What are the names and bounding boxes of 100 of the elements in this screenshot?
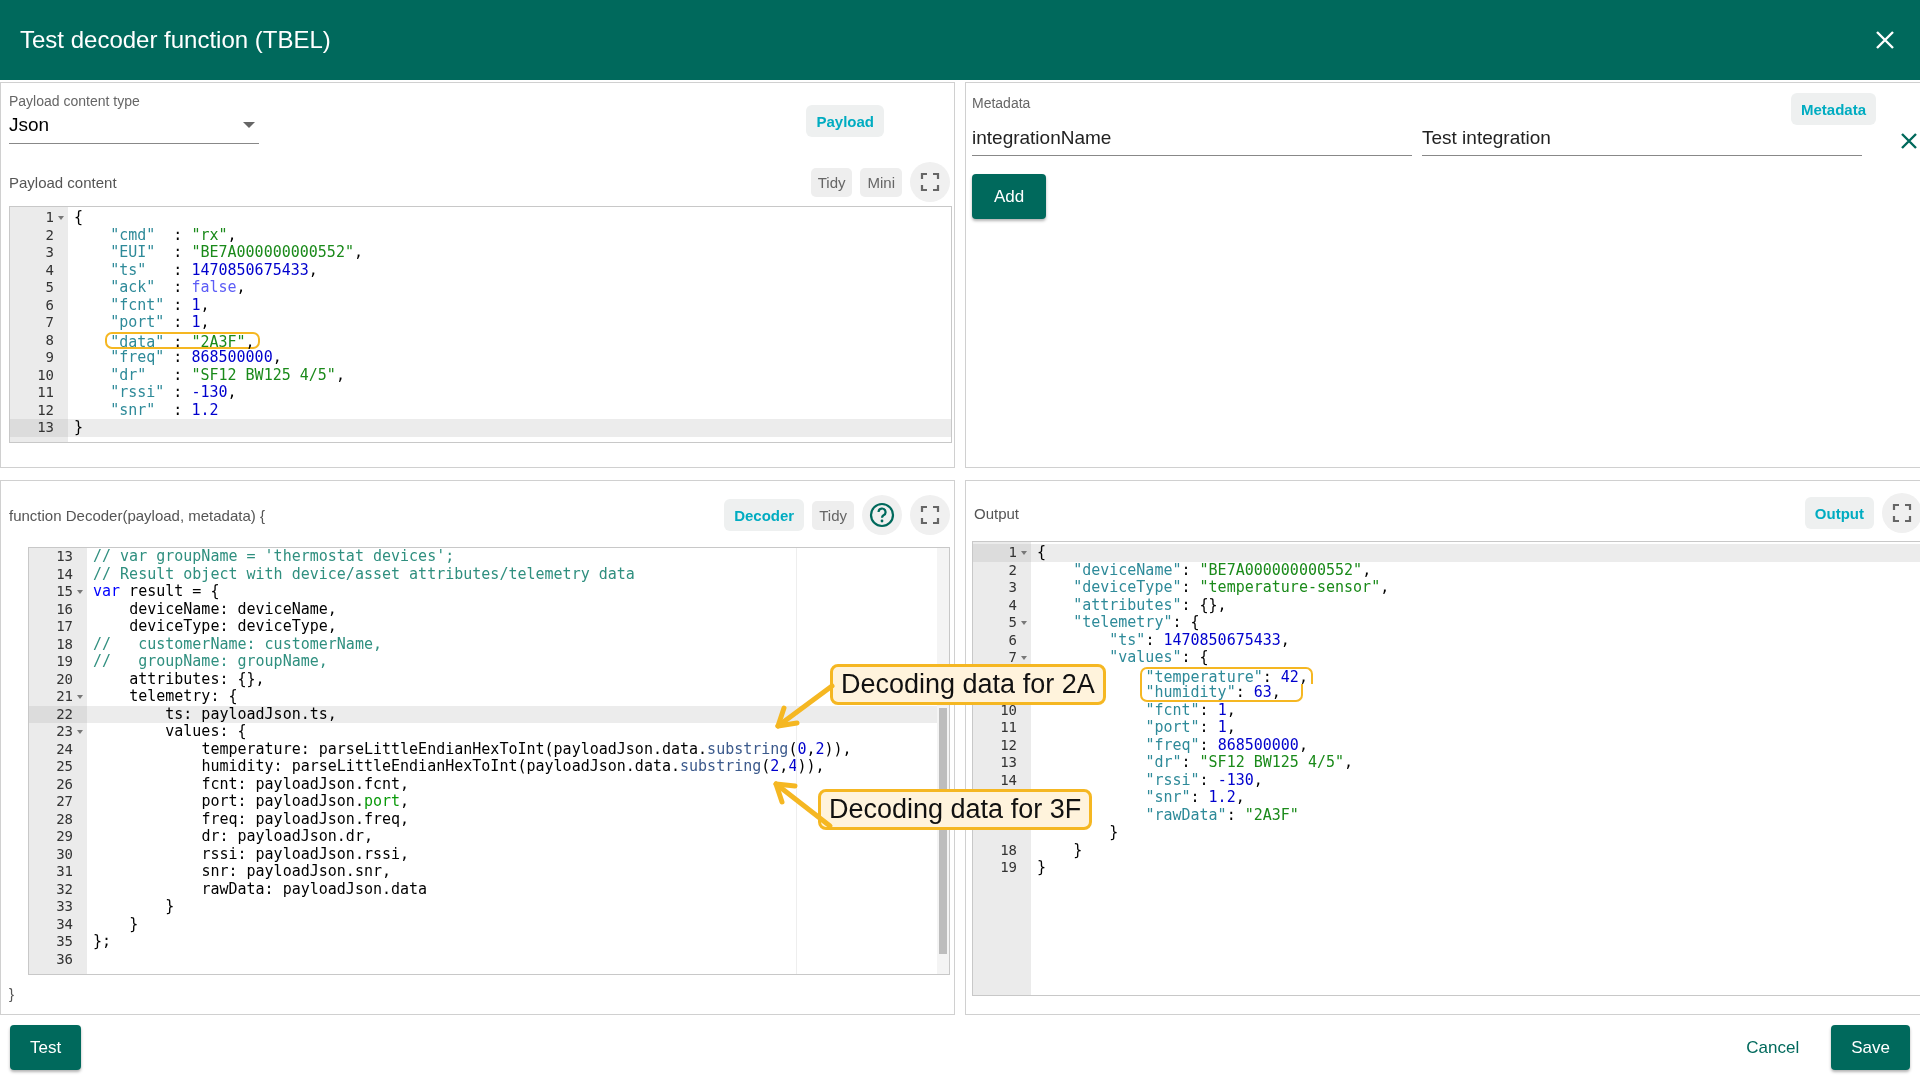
code-line: ts: payloadJson.ts, [165,704,337,723]
code-line: "port": 1, [1145,718,1236,736]
code-line: "dr" : "SF12 BW125 4/5", [110,365,345,384]
code-line: "snr" : 1.2 [110,400,219,419]
line-number: 33 [56,898,73,916]
add-button[interactable]: Add [972,174,1047,219]
code-line: } [74,418,84,436]
code-line: deviceName: deviceName, [129,599,337,618]
remove-icon[interactable] [1900,131,1918,150]
cancel-button[interactable]: Cancel [1740,1036,1806,1059]
section-label: Payload content [9,173,117,191]
line-number: 27 [56,793,73,811]
line-number: 14 [56,565,73,583]
code-line: var result = { [93,582,220,600]
line-number: 8 [45,331,54,349]
fullscreen-icon [1892,503,1912,523]
content-type-select[interactable]: Json [9,109,259,144]
code-line: values: { [165,722,247,740]
save-button[interactable]: Save [1831,1025,1910,1070]
line-number: 20 [56,670,73,688]
code-line: deviceType: deviceType, [129,617,337,635]
section-label: Output [974,504,1020,522]
fold-icon[interactable] [77,729,83,734]
code-line: // Result object with device/asset attributes/telemetry data [93,564,635,583]
code-line: "deviceName": "BE7A000000000552", [1073,560,1372,579]
fold-icon[interactable] [1021,620,1027,625]
code-line: "data" : "2A3F", [110,332,255,351]
field-label: Payload content type [9,93,141,109]
code-line: "ts": 1470850675433, [1109,630,1290,649]
line-number: 2 [45,226,54,244]
line-number: 6 [1008,631,1017,649]
line-number: 29 [56,828,73,846]
section-label: Metadata [972,95,1031,111]
code-line: "temperature": 42, [1145,667,1308,686]
code-line: } [1073,840,1083,859]
line-number: 26 [56,775,73,793]
fullscreen-button[interactable] [910,162,950,202]
code-line: "dr": "SF12 BW125 4/5", [1145,753,1354,771]
line-number: 2 [1008,561,1017,579]
code-line: rawData: payloadJson.data [201,879,428,898]
line-number: 7 [45,314,54,332]
test-button[interactable]: Test [10,1025,82,1070]
code-line: dr: payloadJson.dr, [201,827,373,845]
code-line: } [1037,858,1047,876]
line-number: 35 [56,933,73,951]
editor-tool-button[interactable]: Mini [860,167,902,197]
code-line: rssi: payloadJson.rssi, [201,844,410,863]
code-line: "rssi" : -130, [110,383,237,401]
line-number: 14 [1000,771,1017,789]
function-signature: function Decoder(payload, metadata) { [9,506,265,524]
close-icon [1874,29,1896,51]
line-number: 19 [56,653,73,671]
code-line: snr: payloadJson.snr, [201,862,392,880]
editor-tool-button[interactable]: Tidy [812,500,854,530]
code-line: "freq": 868500000, [1145,735,1308,754]
code-line: }; [93,932,112,950]
line-number: 22 [56,705,73,723]
line-number: 11 [37,384,54,402]
code-line: telemetry: { [129,687,238,705]
line-number: 30 [56,845,73,863]
line-number: 32 [56,880,73,898]
fold-icon[interactable] [77,589,83,594]
code-line: "rssi": -130, [1145,770,1263,789]
line-number: 3 [45,244,54,262]
code-line: "ts" : 1470850675433, [110,260,318,279]
line-number: 23 [56,723,73,741]
line-number: 25 [56,758,73,776]
line-number: 10 [37,366,54,384]
line-number: 7 [1008,649,1017,667]
line-number: 5 [1008,614,1017,632]
editor-tool-button[interactable]: Tidy [810,167,853,197]
fold-icon[interactable] [1021,655,1027,660]
help-button[interactable] [862,495,902,535]
line-number: 18 [1000,841,1017,859]
code-line: fcnt: payloadJson.fcnt, [201,774,410,793]
code-line: "fcnt" : 1, [110,295,210,314]
line-number: 17 [56,618,73,636]
line-number: 12 [1000,736,1017,754]
line-number: 18 [56,635,73,653]
code-line: "freq" : 868500000, [110,348,282,366]
code-line: "rawData": "2A3F" [1145,805,1299,824]
code-line: } [165,897,175,915]
callout-label: Decoding data for 3F [818,789,1093,830]
line-number: 5 [45,279,54,297]
code-line: attributes: {}, [129,669,265,688]
code-line: humidity: parseLittleEndianHexToInt(payloadJson.data.substring(2,4)), [201,757,825,775]
line-number: 13 [56,548,73,566]
fullscreen-button[interactable] [910,495,950,535]
line-number: 16 [56,600,73,618]
callout-label: Decoding data for 2A [830,664,1106,705]
line-number: 24 [56,740,73,758]
line-number: 28 [56,810,73,828]
function-closing-brace: } [8,984,15,1004]
line-number: 34 [56,915,73,933]
code-line: "deviceType": "temperature-sensor", [1073,578,1390,596]
fullscreen-button[interactable] [1882,493,1920,533]
fold-icon[interactable] [77,694,83,699]
fold-icon[interactable] [58,215,64,220]
fold-icon[interactable] [1021,550,1027,555]
line-number: 6 [45,296,54,314]
